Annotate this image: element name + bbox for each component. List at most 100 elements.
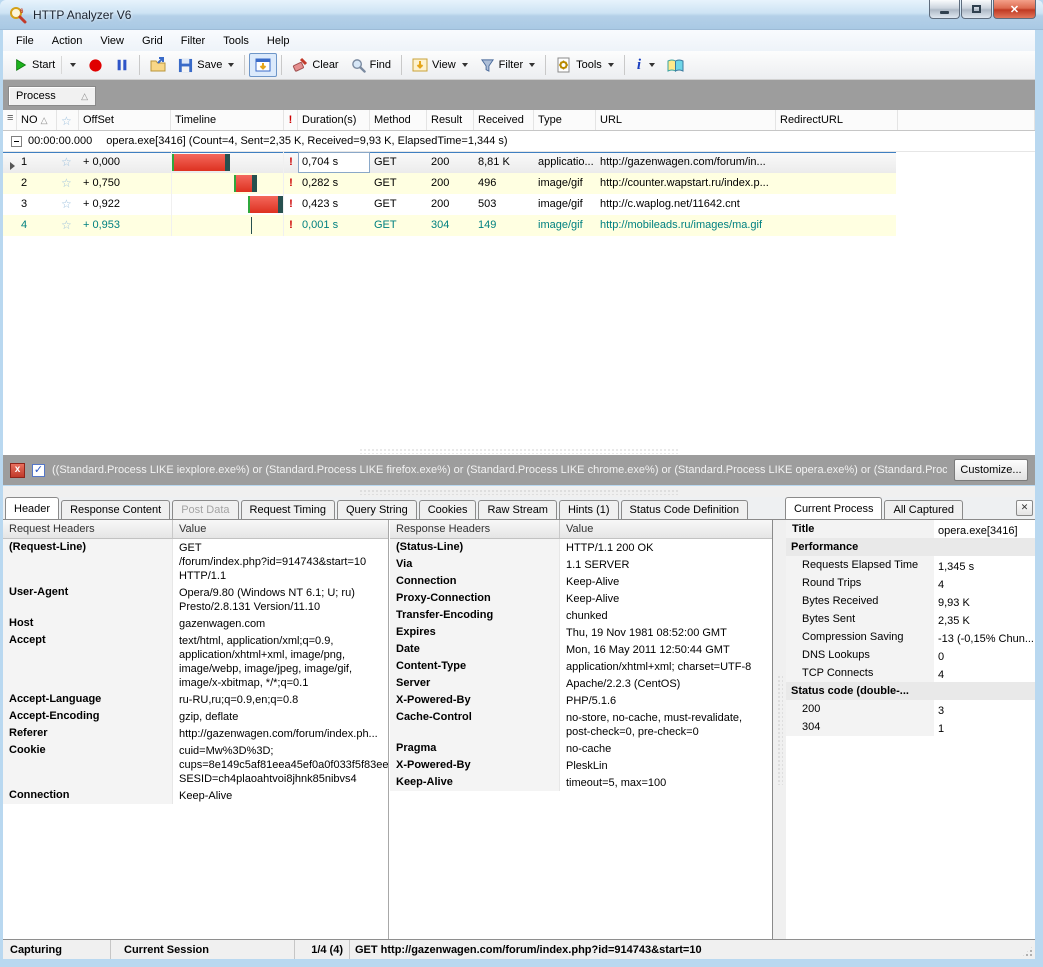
header-row[interactable]: ExpiresThu, 19 Nov 1981 08:52:00 GMT [390, 624, 772, 641]
save-button[interactable]: Save [172, 53, 240, 77]
header-row[interactable]: (Status-Line)HTTP/1.1 200 OK [390, 539, 772, 556]
col-favorite[interactable]: ☆ [57, 110, 79, 130]
group-by-process-chip[interactable]: Process △ [8, 86, 96, 106]
view-button[interactable]: View [406, 53, 474, 77]
menu-file[interactable]: File [7, 32, 43, 50]
grid-row[interactable]: 1☆+ 0,000!0,704 sGET2008,81 Kapplicatio.… [3, 152, 896, 173]
filter-button[interactable]: Filter [474, 53, 541, 77]
header-row[interactable]: Content-Typeapplication/xhtml+xml; chars… [390, 658, 772, 675]
col-method[interactable]: Method [370, 110, 427, 130]
header-row[interactable]: Refererhttp://gazenwagen.com/forum/index… [3, 725, 388, 742]
start-button[interactable]: Start [8, 53, 82, 77]
capture-toggle-button[interactable] [249, 53, 277, 77]
menu-filter[interactable]: Filter [172, 32, 214, 50]
col-error[interactable]: ! [284, 110, 298, 130]
close-panel-button[interactable]: ✕ [1016, 500, 1033, 516]
col-offset[interactable]: OffSet [79, 110, 171, 130]
menu-view[interactable]: View [91, 32, 133, 50]
remove-filter-button[interactable]: x [10, 463, 25, 478]
tab-hints-1[interactable]: Hints (1) [559, 500, 619, 519]
header-row[interactable]: ConnectionKeep-Alive [390, 573, 772, 590]
grid-row[interactable]: 4☆+ 0,953!0,001 sGET304149image/gifhttp:… [3, 215, 896, 236]
grid-row[interactable]: 3☆+ 0,922!0,423 sGET200503image/gifhttp:… [3, 194, 896, 215]
header-row[interactable]: X-Powered-ByPHP/5.1.6 [390, 692, 772, 709]
col-url[interactable]: URL [596, 110, 776, 130]
row-list-icon[interactable]: ≡ [3, 110, 17, 130]
header-row[interactable]: DateMon, 16 May 2011 12:50:44 GMT [390, 641, 772, 658]
menu-tools[interactable]: Tools [214, 32, 258, 50]
info-dropdown-icon[interactable] [649, 63, 655, 67]
horizontal-splitter[interactable] [3, 486, 1035, 497]
collapse-icon[interactable] [11, 136, 22, 147]
menu-help[interactable]: Help [258, 32, 299, 50]
process-group-row[interactable]: 00:00:00.000 opera.exe[3416] (Count=4, S… [3, 131, 1035, 152]
column-header-name[interactable]: Response Headers [390, 520, 560, 538]
tab-cookies[interactable]: Cookies [419, 500, 477, 519]
header-row[interactable]: (Request-Line)GET /forum/index.php?id=91… [3, 539, 388, 584]
header-row[interactable]: ServerApache/2.2.3 (CentOS) [390, 675, 772, 692]
favorite-star-icon[interactable]: ☆ [57, 194, 79, 215]
tab-post-data[interactable]: Post Data [172, 500, 238, 519]
help-book-button[interactable] [661, 53, 690, 77]
view-dropdown-icon[interactable] [462, 63, 468, 67]
col-duration[interactable]: Duration(s) [298, 110, 370, 130]
header-row[interactable]: Accept-Languageru-RU,ru;q=0.9,en;q=0.8 [3, 691, 388, 708]
row-result: 304 [427, 215, 474, 236]
title-bar[interactable]: 6 HTTP Analyzer V6 ✕ [0, 0, 1043, 30]
tab-response-content[interactable]: Response Content [61, 500, 170, 519]
header-row[interactable]: Accepttext/html, application/xml;q=0.9, … [3, 632, 388, 691]
menu-grid[interactable]: Grid [133, 32, 172, 50]
header-row[interactable]: Cache-Controlno-store, no-cache, must-re… [390, 709, 772, 740]
filter-dropdown-icon[interactable] [529, 63, 535, 67]
tab-query-string[interactable]: Query String [337, 500, 417, 519]
tab-request-timing[interactable]: Request Timing [241, 500, 335, 519]
favorite-star-icon[interactable]: ☆ [57, 173, 79, 194]
save-dropdown-icon[interactable] [228, 63, 234, 67]
column-header-value[interactable]: Value [560, 520, 772, 538]
header-row[interactable]: Accept-Encodinggzip, deflate [3, 708, 388, 725]
header-row[interactable]: Via1.1 SERVER [390, 556, 772, 573]
close-button[interactable]: ✕ [993, 0, 1036, 19]
col-timeline[interactable]: Timeline [171, 110, 284, 130]
vertical-splitter[interactable] [773, 520, 786, 939]
tools-button[interactable]: Tools [550, 53, 620, 77]
filter-enabled-checkbox[interactable]: ✓ [32, 464, 45, 477]
tab-raw-stream[interactable]: Raw Stream [478, 500, 557, 519]
find-button[interactable]: Find [345, 53, 397, 77]
tab-status-code-definition[interactable]: Status Code Definition [621, 500, 748, 519]
header-row[interactable]: ConnectionKeep-Alive [3, 787, 388, 804]
customize-button[interactable]: Customize... [954, 459, 1028, 481]
menu-action[interactable]: Action [43, 32, 92, 50]
col-redirecturl[interactable]: RedirectURL [776, 110, 898, 130]
header-row[interactable]: Transfer-Encodingchunked [390, 607, 772, 624]
open-session-button[interactable] [144, 53, 172, 77]
column-header-value[interactable]: Value [173, 520, 388, 538]
maximize-button[interactable] [961, 0, 992, 19]
header-row[interactable]: Hostgazenwagen.com [3, 615, 388, 632]
favorite-star-icon[interactable]: ☆ [57, 152, 79, 173]
header-row[interactable]: Proxy-ConnectionKeep-Alive [390, 590, 772, 607]
col-type[interactable]: Type [534, 110, 596, 130]
header-row[interactable]: X-Powered-ByPleskLin [390, 757, 772, 774]
header-row[interactable]: Pragmano-cache [390, 740, 772, 757]
col-no[interactable]: NO △ [17, 110, 57, 130]
col-received[interactable]: Received [474, 110, 534, 130]
horizontal-splitter[interactable] [3, 447, 1035, 455]
favorite-star-icon[interactable]: ☆ [57, 215, 79, 236]
column-header-name[interactable]: Request Headers [3, 520, 173, 538]
tab-all-captured[interactable]: All Captured [884, 500, 963, 519]
col-result[interactable]: Result [427, 110, 474, 130]
minimize-button[interactable] [929, 0, 960, 19]
clear-button[interactable]: Clear [286, 53, 344, 77]
header-row[interactable]: User-AgentOpera/9.80 (Windows NT 6.1; U;… [3, 584, 388, 615]
header-row[interactable]: Cookiecuid=Mw%3D%3D; cups=8e149c5af81eea… [3, 742, 388, 787]
tools-dropdown-icon[interactable] [608, 63, 614, 67]
header-row[interactable]: Keep-Alivetimeout=5, max=100 [390, 774, 772, 791]
grid-row[interactable]: 2☆+ 0,750!0,282 sGET200496image/gifhttp:… [3, 173, 896, 194]
info-button[interactable]: i [629, 53, 661, 77]
tab-current-process[interactable]: Current Process [785, 497, 882, 519]
pause-button[interactable] [109, 53, 135, 77]
tab-header[interactable]: Header [5, 497, 59, 519]
stop-button[interactable] [82, 53, 109, 77]
start-dropdown-icon[interactable] [70, 63, 76, 67]
